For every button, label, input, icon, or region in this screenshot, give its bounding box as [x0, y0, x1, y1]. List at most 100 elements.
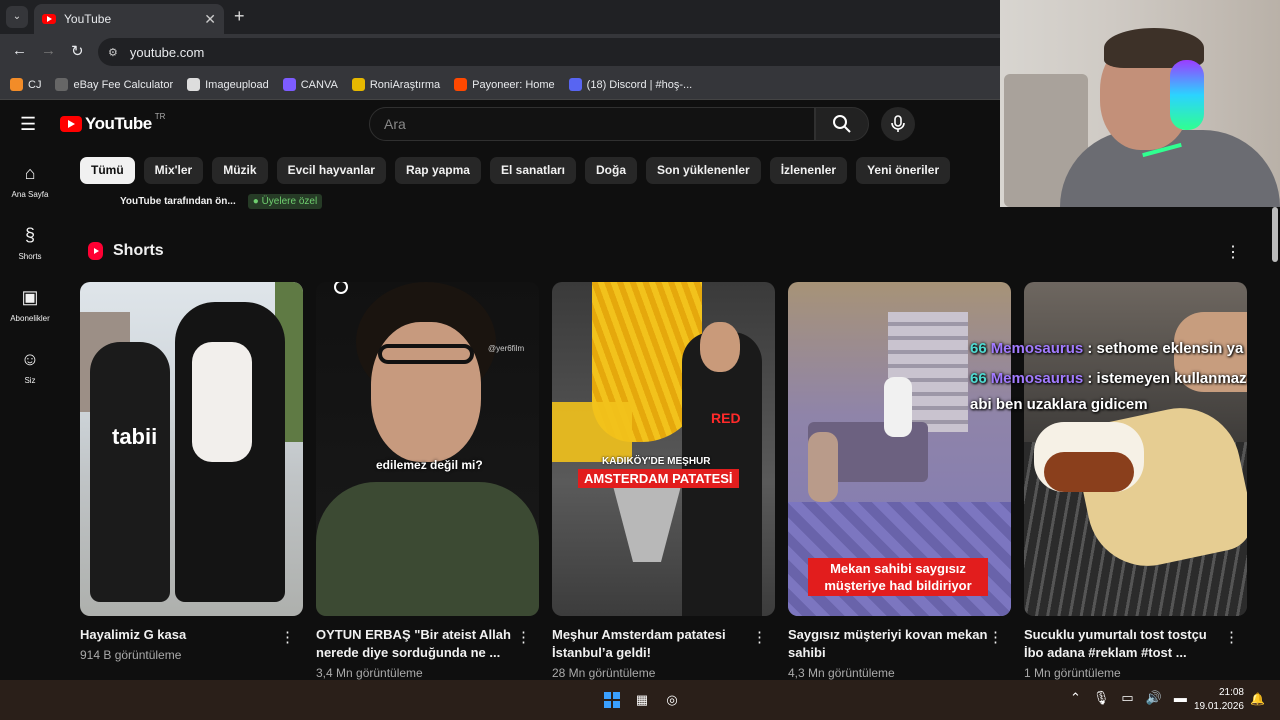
members-only-label: Üyelere özel — [261, 196, 318, 207]
menu-icon[interactable]: ☰ — [20, 114, 36, 135]
chrome-icon[interactable]: ◎ — [660, 688, 684, 712]
chat-message: 66 Memosaurus : sethome eklensin ya — [970, 340, 1243, 357]
windows-start-icon[interactable] — [600, 688, 624, 712]
tab-youtube[interactable]: YouTube ✕ — [34, 4, 224, 34]
members-only-badge: ● Üyelere özel — [247, 194, 323, 209]
short-more-icon[interactable]: ⋮ — [280, 628, 295, 646]
filter-chip[interactable]: İzlenenler — [769, 157, 848, 184]
clock-time: 21:08 — [1218, 687, 1244, 698]
filter-chip[interactable]: Yeni öneriler — [856, 157, 951, 184]
sidebar-item-user[interactable]: ☺ Siz — [0, 336, 60, 398]
filter-chip[interactable]: Son yüklenenler — [646, 157, 761, 184]
short-views: 28 Mn görüntüleme — [552, 666, 656, 680]
scrollbar-thumb[interactable] — [1272, 207, 1278, 262]
short-title[interactable]: Meşhur Amsterdam patatesi İstanbul’a gel… — [552, 626, 752, 662]
tray-chevron-icon[interactable]: ⌃ — [1070, 690, 1081, 706]
bookmark-favicon-icon — [10, 78, 23, 91]
sidebar-item-home[interactable]: ⌂ Ana Sayfa — [0, 150, 60, 212]
webcam-overlay — [1000, 0, 1280, 207]
shorts-icon: § — [24, 225, 35, 245]
short-title[interactable]: OYTUN ERBAŞ "Bir ateist Allah nerede diy… — [316, 626, 516, 662]
short-card[interactable]: @yer6film edilemez değil mi? OYTUN ERBAŞ… — [316, 282, 539, 680]
sidebar-item-label: Ana Sayfa — [11, 190, 49, 199]
thumbnail-overlay-text: tabii — [112, 424, 158, 449]
battery-icon[interactable]: ▬ — [1174, 690, 1187, 706]
tray-microphone-icon[interactable]: 🎙 — [1093, 690, 1110, 706]
sidebar-item-shorts[interactable]: § Shorts — [0, 212, 60, 274]
search-input[interactable]: Ara — [369, 107, 815, 141]
country-code: TR — [154, 111, 166, 121]
url-text: youtube.com — [129, 44, 205, 60]
short-thumbnail[interactable]: @yer6film edilemez değil mi? — [316, 282, 539, 616]
user-icon: ☺ — [20, 349, 40, 369]
recommended-by-youtube[interactable]: YouTube tarafından ön... — [120, 196, 236, 207]
youtube-logo[interactable]: YouTube TR — [60, 111, 166, 134]
screen: ⌄ YouTube ✕ + ← → ↻ ⚙ youtube.com CJ eBay… — [0, 0, 1280, 720]
filter-chip[interactable]: El sanatları — [489, 157, 577, 184]
shorts-more-icon[interactable]: ⋮ — [1225, 242, 1241, 262]
short-card[interactable]: tabii Hayalimiz G kasa 914 B görüntüleme… — [80, 282, 303, 662]
short-more-icon[interactable]: ⋮ — [752, 628, 767, 646]
sidebar-item-label: Siz — [24, 376, 36, 385]
short-views: 1 Mn görüntüleme — [1024, 666, 1121, 680]
bookmark-label: Payoneer: Home — [472, 78, 555, 91]
chat-text: abi ben uzaklara gidicem — [970, 396, 1148, 413]
bookmark-item[interactable]: Payoneer: Home — [454, 78, 555, 91]
taskbar-clock[interactable]: 21:08 19.01.2026 — [1192, 686, 1244, 714]
tab-close-icon[interactable]: ✕ — [204, 11, 216, 28]
page-scrollbar[interactable] — [1270, 207, 1280, 677]
short-title[interactable]: Hayalimiz G kasa — [80, 626, 280, 644]
filter-chip[interactable]: Mix'ler — [143, 157, 204, 184]
task-view-icon[interactable]: ▦ — [630, 688, 654, 712]
sidebar-item-label: Shorts — [18, 252, 42, 261]
filter-chip[interactable]: Tümü — [80, 157, 135, 184]
filter-chip[interactable]: Rap yapma — [394, 157, 481, 184]
new-tab-button[interactable]: + — [234, 6, 245, 27]
short-card[interactable]: RED KADIKÖY'DE MEŞHUR AMSTERDAM PATATESİ… — [552, 282, 775, 680]
bookmark-item[interactable]: Imageupload — [187, 78, 269, 91]
filter-chip[interactable]: Doğa — [585, 157, 638, 184]
short-title[interactable]: Sucuklu yumurtalı tost tostçu İbo adana … — [1024, 626, 1224, 662]
bookmark-item[interactable]: eBay Fee Calculator — [55, 78, 173, 91]
bookmark-label: CJ — [28, 78, 42, 91]
shorts-title: Shorts — [113, 242, 164, 259]
chat-badge-icon: 66 — [970, 370, 987, 387]
home-icon: ⌂ — [24, 163, 36, 183]
thumbnail-overlay-text: edilemez değil mi? — [376, 458, 483, 472]
tab-title: YouTube — [64, 12, 112, 26]
short-thumbnail[interactable]: RED KADIKÖY'DE MEŞHUR AMSTERDAM PATATESİ — [552, 282, 775, 616]
chat-text: : istemeyen kullanmaz — [1087, 370, 1247, 387]
short-more-icon[interactable]: ⋮ — [516, 628, 531, 646]
chat-badge-icon: 66 — [970, 340, 987, 357]
bookmark-label: CANVA — [300, 78, 338, 91]
tab-search-button[interactable]: ⌄ — [6, 6, 28, 28]
short-title[interactable]: Saygısız müşteriyi kovan mekan sahibi — [788, 626, 988, 662]
notification-icon[interactable]: 🔔 — [1250, 692, 1265, 706]
voice-search-button[interactable] — [881, 107, 915, 141]
sidebar-item-subscriptions[interactable]: ▣ Abonelikler — [0, 274, 60, 336]
back-icon[interactable]: ← — [12, 42, 27, 59]
reload-icon[interactable]: ↻ — [71, 42, 84, 60]
sidebar: ⌂ Ana Sayfa § Shorts ▣ Abonelikler ☺ Siz — [0, 150, 60, 398]
search-button[interactable] — [815, 107, 869, 141]
bookmark-item[interactable]: CJ — [10, 78, 41, 91]
short-more-icon[interactable]: ⋮ — [1224, 628, 1239, 646]
tray-monitor-icon[interactable]: ▭ — [1121, 690, 1133, 706]
bookmark-item[interactable]: CANVA — [282, 78, 338, 91]
volume-icon[interactable]: 🔊 — [1146, 690, 1162, 706]
filter-chip[interactable]: Müzik — [212, 157, 268, 184]
short-thumbnail[interactable] — [1024, 282, 1247, 616]
chat-message: abi ben uzaklara gidicem — [970, 396, 1148, 413]
site-info-icon[interactable]: ⚙ — [108, 46, 118, 59]
short-more-icon[interactable]: ⋮ — [988, 628, 1003, 646]
banner-line-2: müşteriye had bildiriyor — [824, 578, 972, 593]
bookmark-item[interactable]: RoniAraştırma — [351, 78, 440, 91]
short-thumbnail[interactable]: tabii — [80, 282, 303, 616]
chat-username: Memosaurus — [990, 340, 1084, 357]
forward-icon[interactable]: → — [41, 42, 56, 59]
short-thumbnail[interactable]: Mekan sahibi saygısız müşteriye had bild… — [788, 282, 1011, 616]
filter-chip[interactable]: Evcil hayvanlar — [276, 157, 386, 184]
bookmark-item[interactable]: (18) Discord | #hoş-... — [568, 78, 692, 91]
shirt-logo-text: RED — [711, 410, 741, 426]
shorts-logo-icon — [88, 242, 103, 260]
